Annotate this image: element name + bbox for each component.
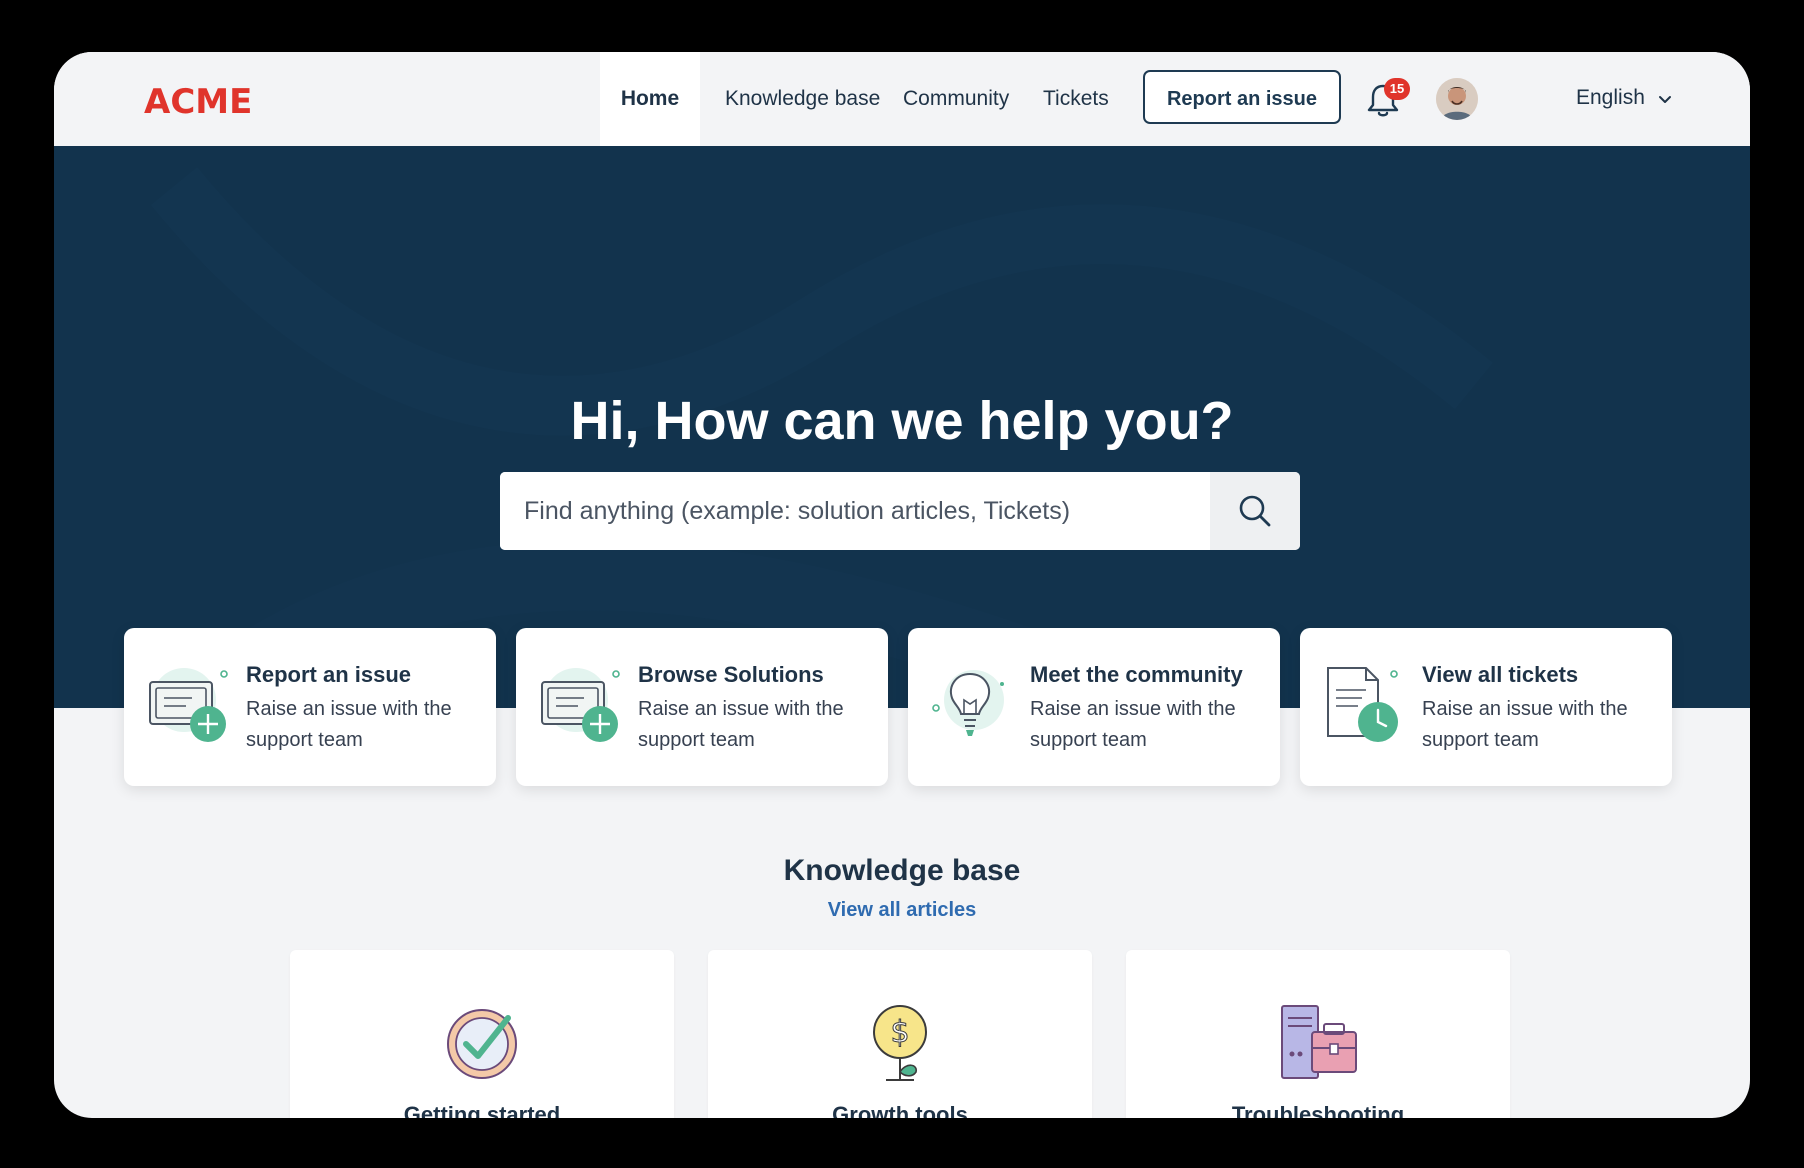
clock-check-icon (447, 1009, 517, 1079)
card-description: Raise an issue with the support team (246, 698, 452, 751)
top-header: ACME Home Knowledge base Community Ticke… (54, 52, 1750, 146)
app-window: ACME Home Knowledge base Community Ticke… (54, 52, 1750, 1118)
search-bar (500, 472, 1300, 550)
report-issue-button[interactable]: Report an issue (1143, 70, 1341, 124)
document-clock-icon (1327, 667, 1398, 742)
search-input[interactable] (500, 472, 1210, 550)
card-title: Meet the community (1030, 662, 1243, 687)
kb-category-label: Troubleshooting (1231, 1102, 1405, 1118)
kb-category-getting-started[interactable]: Getting started (290, 950, 674, 1118)
user-avatar[interactable] (1436, 78, 1478, 120)
nav-home[interactable]: Home (600, 52, 700, 146)
notification-badge: 15 (1384, 78, 1410, 100)
ticket-add-icon (149, 668, 228, 742)
acme-logo[interactable]: ACME (144, 82, 252, 122)
kb-category-growth-tools[interactable]: $ Growth tools (708, 950, 1092, 1118)
lightbulb-icon (932, 670, 1004, 736)
dollar-plant-icon: $ (873, 1005, 927, 1081)
card-browse-solutions[interactable]: Browse Solutions Raise an issue with the… (516, 628, 888, 786)
kb-category-troubleshooting[interactable]: Troubleshooting (1126, 950, 1510, 1118)
nav-knowledge-base[interactable]: Knowledge base (725, 52, 880, 146)
card-title: Report an issue (246, 662, 412, 687)
view-all-articles-link[interactable]: View all articles (54, 899, 1750, 922)
chevron-down-icon[interactable] (1657, 92, 1673, 108)
search-icon (1239, 495, 1271, 527)
card-description: Raise an issue with the support team (638, 698, 844, 751)
hero-title: Hi, How can we help you? (570, 391, 1234, 451)
kb-category-label: Growth tools (832, 1102, 968, 1118)
server-briefcase-icon (1281, 1005, 1357, 1079)
card-view-tickets[interactable]: View all tickets Raise an issue with the… (1300, 628, 1672, 786)
card-meet-community[interactable]: Meet the community Raise an issue with t… (908, 628, 1280, 786)
ticket-add-icon (541, 668, 620, 742)
search-button[interactable] (1210, 472, 1300, 550)
hero-section: Hi, How can we help you? (54, 146, 1750, 708)
knowledge-base-title: Knowledge base (783, 854, 1021, 887)
card-report-issue[interactable]: Report an issue Raise an issue with the … (124, 628, 496, 786)
nav-tickets[interactable]: Tickets (1043, 52, 1109, 146)
card-description: Raise an issue with the support team (1422, 698, 1628, 751)
svg-text:$: $ (890, 1015, 909, 1050)
card-description: Raise an issue with the support team (1030, 698, 1236, 751)
language-selector[interactable]: English (1576, 86, 1645, 110)
kb-category-label: Getting started (403, 1102, 561, 1118)
card-title: Browse Solutions (638, 662, 824, 687)
card-title: View all tickets (1422, 662, 1579, 687)
nav-community[interactable]: Community (903, 52, 1009, 146)
